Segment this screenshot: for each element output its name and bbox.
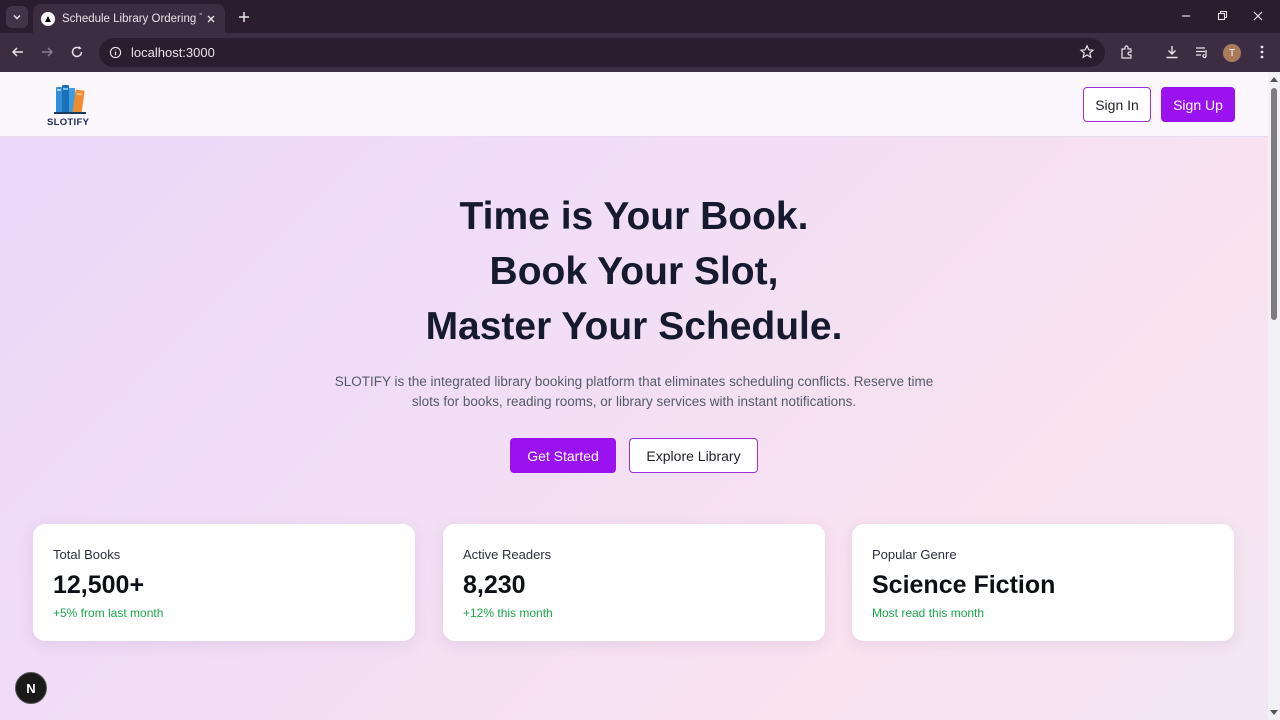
url-text: localhost:3000 — [131, 45, 215, 60]
nextjs-dev-badge[interactable]: N — [15, 672, 47, 704]
stat-note: +12% this month — [463, 606, 553, 620]
stat-value: 8,230 — [463, 571, 526, 599]
logo-wordmark: SLOTIFY — [47, 117, 90, 128]
stat-note: +5% from last month — [53, 606, 164, 620]
browser-toolbar: localhost:3000 — [0, 33, 1280, 72]
extensions-icon[interactable] — [1117, 42, 1137, 62]
media-queue-icon[interactable] — [1192, 42, 1212, 62]
scroll-down-arrow-icon[interactable] — [1270, 710, 1278, 715]
browser-tab-active[interactable]: Schedule Library Ordering Time — [33, 4, 225, 33]
sign-in-button[interactable]: Sign In — [1083, 87, 1151, 122]
scroll-up-arrow-icon[interactable] — [1270, 77, 1278, 82]
reload-icon[interactable] — [67, 42, 87, 62]
stat-label: Popular Genre — [872, 547, 957, 562]
restore-icon[interactable] — [1210, 6, 1234, 26]
new-tab-icon[interactable] — [234, 7, 254, 27]
stat-label: Active Readers — [463, 547, 552, 562]
hero-heading-line-3: Master Your Schedule. — [425, 305, 843, 348]
close-tab-icon[interactable] — [206, 14, 216, 24]
nextjs-favicon-icon — [41, 11, 55, 26]
stat-card-popular-genre: Popular Genre Science Fiction Most read … — [852, 524, 1234, 641]
page-scrollbar[interactable] — [1268, 72, 1280, 720]
browser-tabstrip: Schedule Library Ordering Time — [0, 0, 1280, 33]
site-info-icon[interactable] — [109, 46, 122, 59]
stat-value: Science Fiction — [872, 571, 1056, 599]
profile-avatar[interactable]: T — [1223, 44, 1241, 62]
stat-card-active-readers: Active Readers 8,230 +12% this month — [443, 524, 825, 641]
download-icon[interactable] — [1162, 42, 1182, 62]
forward-arrow-icon[interactable] — [37, 42, 57, 62]
bookmark-star-icon[interactable] — [1079, 44, 1095, 65]
hero-heading-line-1: Time is Your Book. — [459, 195, 809, 238]
hero-heading-line-2: Book Your Slot, — [489, 250, 779, 293]
stat-note: Most read this month — [872, 606, 985, 620]
books-logo-icon — [54, 85, 86, 114]
scrollbar-thumb[interactable] — [1271, 88, 1277, 320]
page-viewport: SLOTIFY Sign In Sign Up Time is Your Boo… — [0, 72, 1268, 720]
hero-description: SLOTIFY is the integrated library bookin… — [334, 374, 934, 409]
tab-search-button[interactable] — [6, 6, 28, 28]
minimize-icon[interactable] — [1174, 6, 1198, 26]
chevron-down-icon — [13, 14, 21, 20]
site-header: SLOTIFY Sign In Sign Up — [0, 72, 1268, 137]
hero-heading: Time is Your Book. Book Your Slot, Maste… — [0, 189, 1268, 354]
stat-card-total-books: Total Books 12,500+ +5% from last month — [33, 524, 415, 641]
more-menu-icon[interactable] — [1252, 42, 1272, 62]
tab-title: Schedule Library Ordering Time — [62, 12, 202, 25]
explore-library-button[interactable]: Explore Library — [629, 438, 758, 473]
sign-up-button[interactable]: Sign Up — [1161, 87, 1235, 122]
address-bar[interactable]: localhost:3000 — [99, 38, 1105, 67]
stat-value: 12,500+ — [53, 571, 145, 599]
back-arrow-icon[interactable] — [8, 42, 28, 62]
slotify-logo[interactable]: SLOTIFY — [46, 84, 90, 128]
get-started-button[interactable]: Get Started — [510, 438, 616, 473]
window-close-icon[interactable] — [1246, 6, 1270, 26]
stat-label: Total Books — [53, 547, 121, 562]
